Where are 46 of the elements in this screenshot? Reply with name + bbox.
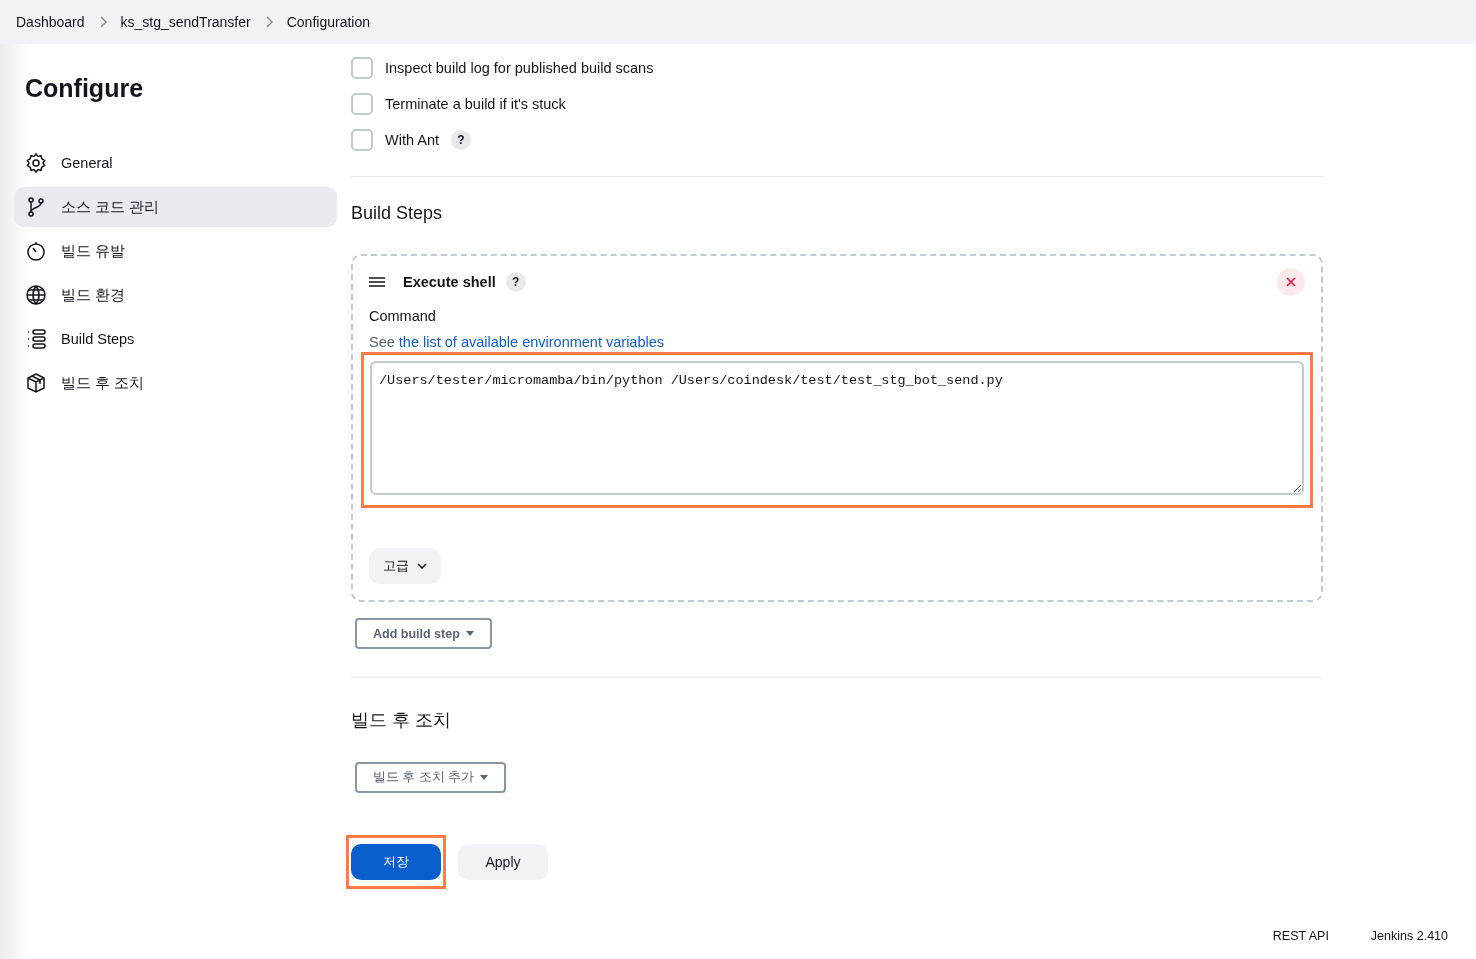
command-field[interactable]: /Users/tester/micromamba/bin/python /Users/coindesk/test/test_stg_bot_send.py bbox=[370, 361, 1304, 495]
drag-handle-icon[interactable] bbox=[369, 277, 385, 287]
option-label: Terminate a build if it's stuck bbox=[385, 96, 566, 112]
sidebar-item[interactable]: 빌드 유발 bbox=[14, 231, 337, 271]
footer-link[interactable]: Jenkins 2.410 bbox=[1370, 929, 1448, 943]
section-title: Build Steps bbox=[351, 203, 444, 224]
sidebar-item[interactable]: Build Steps bbox=[14, 319, 337, 359]
package-icon bbox=[25, 372, 47, 394]
add-post-build-button[interactable]: 빌드 후 조치 추가 bbox=[355, 762, 507, 793]
timer-icon bbox=[25, 240, 47, 262]
sidebar-item[interactable]: General bbox=[14, 143, 337, 183]
sidebar-item[interactable]: 빌드 후 조치 bbox=[14, 363, 337, 403]
footer-link[interactable]: REST API bbox=[1272, 929, 1329, 943]
option-label: With Ant bbox=[385, 132, 439, 148]
sidebar-item[interactable]: 소스 코드 관리 bbox=[14, 187, 337, 227]
variables-link[interactable]: the list of available environment variables bbox=[398, 334, 664, 350]
section-title: 빌드 후 조치 bbox=[351, 709, 452, 732]
help-icon[interactable]: ? bbox=[505, 272, 526, 292]
sidebar-item[interactable]: 빌드 환경 bbox=[14, 275, 337, 315]
breadcrumb-link[interactable]: ks_stg_sendTransfer bbox=[120, 14, 251, 30]
checkbox[interactable] bbox=[351, 93, 373, 115]
field-label: Command bbox=[369, 308, 437, 324]
page-title: Configure bbox=[25, 74, 145, 103]
save-button[interactable]: 저장 bbox=[351, 844, 441, 880]
close-button[interactable] bbox=[1277, 268, 1305, 296]
list-icon bbox=[25, 328, 47, 350]
chevron-icon bbox=[98, 16, 107, 28]
globe-icon bbox=[25, 284, 47, 306]
close-icon bbox=[1286, 277, 1296, 287]
advanced-button[interactable]: 고급 bbox=[369, 548, 441, 584]
help-icon[interactable]: ? bbox=[451, 130, 471, 150]
branch-icon bbox=[25, 196, 47, 218]
breadcrumb-link[interactable]: Configuration bbox=[286, 14, 370, 30]
add-build-step-button[interactable]: Add build step bbox=[355, 618, 492, 649]
checkbox[interactable] bbox=[351, 129, 373, 151]
step-title: Execute shell bbox=[403, 274, 496, 290]
caret-icon bbox=[480, 775, 489, 780]
option-label: Inspect build log for published build scans bbox=[385, 60, 654, 76]
caret-icon bbox=[465, 631, 474, 636]
apply-button[interactable]: Apply bbox=[458, 844, 548, 880]
settings-icon bbox=[25, 152, 47, 174]
chevron-icon bbox=[264, 16, 273, 28]
chevron-down-icon bbox=[417, 563, 427, 569]
hint-text: See the list of available environment variables bbox=[369, 334, 665, 350]
checkbox[interactable] bbox=[351, 57, 373, 79]
breadcrumb-link[interactable]: Dashboard bbox=[16, 14, 85, 30]
